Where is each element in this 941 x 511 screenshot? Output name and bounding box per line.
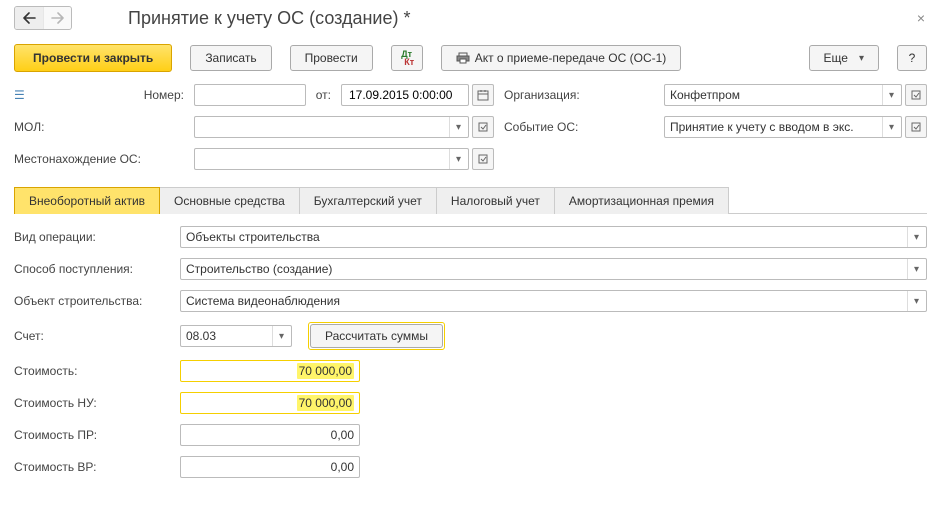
cost-nu-input[interactable]: 70 000,00 xyxy=(180,392,360,414)
object-label: Объект строительства: xyxy=(14,294,174,308)
dt-kt-icon: Дт Кт xyxy=(399,50,414,66)
chevron-down-icon[interactable]: ▾ xyxy=(907,291,925,311)
org-label: Организация: xyxy=(504,88,654,102)
cost-pr-label: Стоимость ПР: xyxy=(14,428,174,442)
cost-nu-label: Стоимость НУ: xyxy=(14,396,174,410)
mol-input[interactable]: ▾ xyxy=(194,116,469,138)
cost-vr-value: 0,00 xyxy=(186,460,354,474)
date-input[interactable] xyxy=(341,84,469,106)
cost-pr-value: 0,00 xyxy=(186,428,354,442)
method-input[interactable]: Строительство (создание) ▾ xyxy=(180,258,927,280)
account-input[interactable]: 08.03 ▾ xyxy=(180,325,292,347)
calc-sums-button[interactable]: Рассчитать суммы xyxy=(310,324,443,348)
cost-label: Стоимость: xyxy=(14,364,174,378)
location-open-button[interactable] xyxy=(472,148,494,170)
mol-open-button[interactable] xyxy=(472,116,494,138)
location-label: Местонахождение ОС: xyxy=(14,152,184,166)
cost-vr-input[interactable]: 0,00 xyxy=(180,456,360,478)
op-type-label: Вид операции: xyxy=(14,230,174,244)
open-icon xyxy=(478,154,488,164)
nav-forward-button[interactable] xyxy=(43,7,71,29)
number-label: Номер: xyxy=(144,88,184,102)
chevron-down-icon[interactable]: ▾ xyxy=(907,227,925,247)
close-button[interactable]: × xyxy=(911,10,931,26)
event-input[interactable]: Принятие к учету с вводом в экс. ▾ xyxy=(664,116,902,138)
org-input[interactable]: Конфетпром ▾ xyxy=(664,84,902,106)
event-label: Событие ОС: xyxy=(504,120,654,134)
object-input[interactable]: Система видеонаблюдения ▾ xyxy=(180,290,927,312)
cost-vr-label: Стоимость ВР: xyxy=(14,460,174,474)
help-button[interactable]: ? xyxy=(897,45,927,71)
cost-pr-input[interactable]: 0,00 xyxy=(180,424,360,446)
calendar-icon xyxy=(477,89,489,101)
print-act-button[interactable]: Акт о приеме-передаче ОС (ОС-1) xyxy=(441,45,682,71)
more-button[interactable]: Еще xyxy=(809,45,879,71)
print-act-label: Акт о приеме-передаче ОС (ОС-1) xyxy=(475,51,667,65)
list-icon[interactable]: ☰ xyxy=(14,88,25,102)
post-button[interactable]: Провести xyxy=(290,45,373,71)
tab-bar: Внеоборотный актив Основные средства Бух… xyxy=(14,186,927,214)
nav-buttons xyxy=(14,6,72,30)
event-value: Принятие к учету с вводом в экс. xyxy=(670,120,882,134)
org-value: Конфетпром xyxy=(670,88,882,102)
tab-tax-accounting[interactable]: Налоговый учет xyxy=(436,187,555,214)
op-type-value: Объекты строительства xyxy=(186,230,907,244)
tab-depreciation-bonus[interactable]: Амортизационная премия xyxy=(554,187,729,214)
nav-back-button[interactable] xyxy=(15,7,43,29)
cost-nu-value: 70 000,00 xyxy=(297,395,354,411)
op-type-input[interactable]: Объекты строительства ▾ xyxy=(180,226,927,248)
chevron-down-icon[interactable]: ▾ xyxy=(882,85,900,105)
cost-input[interactable]: 70 000,00 xyxy=(180,360,360,382)
window-title: Принятие к учету ОС (создание) * xyxy=(128,8,905,29)
tab-fixed-assets[interactable]: Основные средства xyxy=(159,187,300,214)
post-and-close-button[interactable]: Провести и закрыть xyxy=(14,44,172,72)
method-value: Строительство (создание) xyxy=(186,262,907,276)
chevron-down-icon[interactable]: ▾ xyxy=(449,149,467,169)
account-value: 08.03 xyxy=(186,329,272,343)
tab-noncurrent-asset[interactable]: Внеоборотный актив xyxy=(14,187,160,214)
dt-kt-button[interactable]: Дт Кт xyxy=(391,45,423,71)
chevron-down-icon[interactable]: ▾ xyxy=(272,326,290,346)
object-value: Система видеонаблюдения xyxy=(186,294,907,308)
org-open-button[interactable] xyxy=(905,84,927,106)
calendar-button[interactable] xyxy=(472,84,494,106)
location-input[interactable]: ▾ xyxy=(194,148,469,170)
chevron-down-icon[interactable]: ▾ xyxy=(882,117,900,137)
open-icon xyxy=(911,90,921,100)
method-label: Способ поступления: xyxy=(14,262,174,276)
cost-value: 70 000,00 xyxy=(297,363,354,379)
mol-label: МОЛ: xyxy=(14,120,184,134)
event-open-button[interactable] xyxy=(905,116,927,138)
chevron-down-icon[interactable]: ▾ xyxy=(907,259,925,279)
chevron-down-icon[interactable]: ▾ xyxy=(449,117,467,137)
open-icon xyxy=(478,122,488,132)
open-icon xyxy=(911,122,921,132)
save-button[interactable]: Записать xyxy=(190,45,271,71)
number-input[interactable] xyxy=(194,84,306,106)
from-label: от: xyxy=(316,88,331,102)
printer-icon xyxy=(456,52,470,64)
tab-accounting[interactable]: Бухгалтерский учет xyxy=(299,187,437,214)
account-label: Счет: xyxy=(14,329,174,343)
